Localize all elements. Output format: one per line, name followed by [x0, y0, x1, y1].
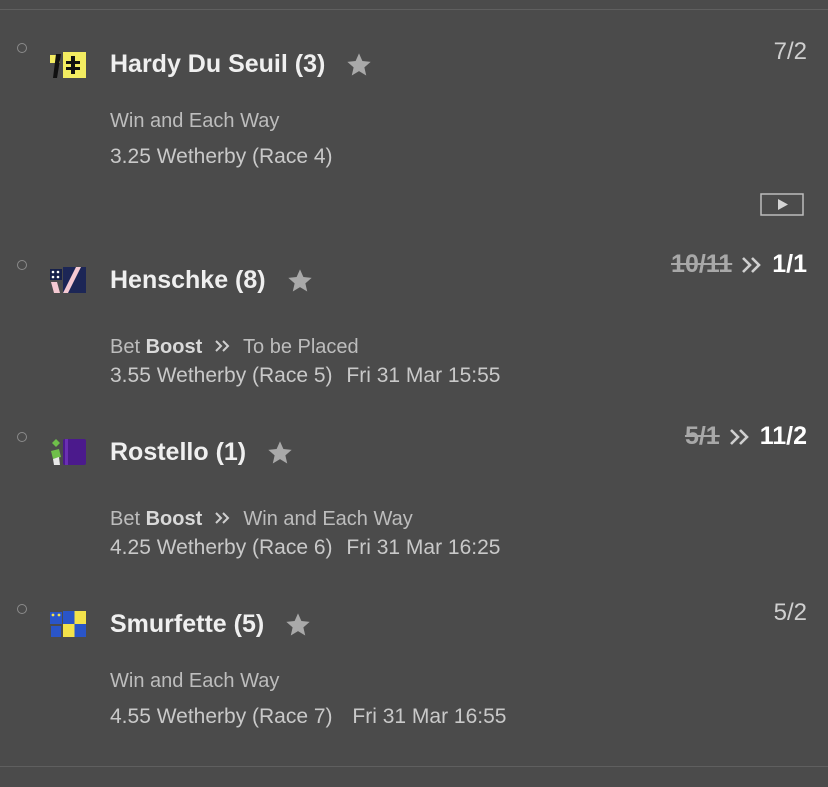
- jockey-silks-icon: [50, 52, 86, 78]
- runner-name[interactable]: Hardy Du Seuil (3): [110, 50, 373, 79]
- radio-circle-icon[interactable]: [17, 604, 27, 614]
- double-chevron-icon: [215, 340, 230, 352]
- runner-name[interactable]: Henschke (8): [110, 266, 314, 295]
- event-name: 3.55 Wetherby (Race 5): [110, 364, 333, 387]
- boost-market-label: Bet Boost To be Placed: [110, 336, 359, 359]
- boost-prefix: Bet: [110, 336, 141, 358]
- runner-name-text: Hardy Du Seuil (3): [110, 50, 326, 78]
- odds-display[interactable]: 5/2: [774, 599, 807, 627]
- boosted-odds: 1/1: [772, 250, 807, 278]
- runner-name-text: Rostello (1): [110, 438, 247, 466]
- event-name: 4.25 Wetherby (Race 6): [110, 536, 333, 559]
- boost-word: Boost: [145, 336, 203, 358]
- jockey-silks-icon: [50, 611, 86, 637]
- event-time: Fri 31 Mar 16:55: [352, 705, 507, 728]
- odds-display[interactable]: 10/11 1/1: [671, 250, 807, 279]
- previous-odds: 10/11: [671, 250, 733, 278]
- boost-word: Boost: [145, 508, 203, 530]
- boost-market-label: Bet Boost Win and Each Way: [110, 508, 413, 531]
- market-name: Win and Each Way: [243, 508, 413, 530]
- event-label: 3.55 Wetherby (Race 5) Fri 31 Mar 15:55: [110, 364, 500, 388]
- star-icon[interactable]: [284, 611, 312, 639]
- runner-name[interactable]: Rostello (1): [110, 438, 294, 467]
- event-label: 4.25 Wetherby (Race 6) Fri 31 Mar 16:25: [110, 536, 500, 560]
- previous-odds: 5/1: [684, 422, 720, 450]
- radio-circle-icon[interactable]: [17, 432, 27, 442]
- event-name: 4.55 Wetherby (Race 7): [110, 705, 333, 728]
- runner-name-text: Smurfette (5): [110, 610, 265, 638]
- event-name: 3.25 Wetherby (Race 4): [110, 145, 333, 168]
- market-label: Win and Each Way: [110, 110, 279, 133]
- double-chevron-icon: [742, 256, 762, 273]
- star-icon[interactable]: [286, 267, 314, 295]
- runner-name[interactable]: Smurfette (5): [110, 610, 312, 639]
- runner-name-text: Henschke (8): [110, 266, 266, 294]
- odds-display[interactable]: 7/2: [774, 38, 807, 66]
- odds-price: 7/2: [773, 38, 807, 65]
- jockey-silks-icon: [50, 267, 86, 293]
- odds-price: 5/2: [773, 599, 807, 626]
- boost-prefix: Bet: [110, 508, 141, 530]
- jockey-silks-icon: [51, 439, 86, 465]
- radio-circle-icon[interactable]: [17, 260, 27, 270]
- odds-display[interactable]: 5/1 11/2: [685, 422, 807, 451]
- play-video-icon[interactable]: [760, 193, 804, 216]
- event-time: Fri 31 Mar 15:55: [346, 364, 501, 387]
- bottom-divider: [0, 766, 828, 767]
- double-chevron-icon: [215, 512, 230, 524]
- event-label: 3.25 Wetherby (Race 4): [110, 145, 333, 169]
- star-icon[interactable]: [266, 439, 294, 467]
- market-name: Win and Each Way: [110, 110, 280, 132]
- market-name: Win and Each Way: [110, 670, 280, 692]
- double-chevron-icon: [729, 428, 749, 445]
- radio-circle-icon[interactable]: [17, 43, 27, 53]
- event-label: 4.55 Wetherby (Race 7) Fri 31 Mar 16:55: [110, 705, 506, 729]
- market-label: Win and Each Way: [110, 670, 279, 693]
- event-time: Fri 31 Mar 16:25: [346, 536, 501, 559]
- top-divider: [0, 9, 828, 10]
- boosted-odds: 11/2: [759, 422, 807, 450]
- star-icon[interactable]: [345, 51, 373, 79]
- market-name: To be Placed: [243, 336, 359, 358]
